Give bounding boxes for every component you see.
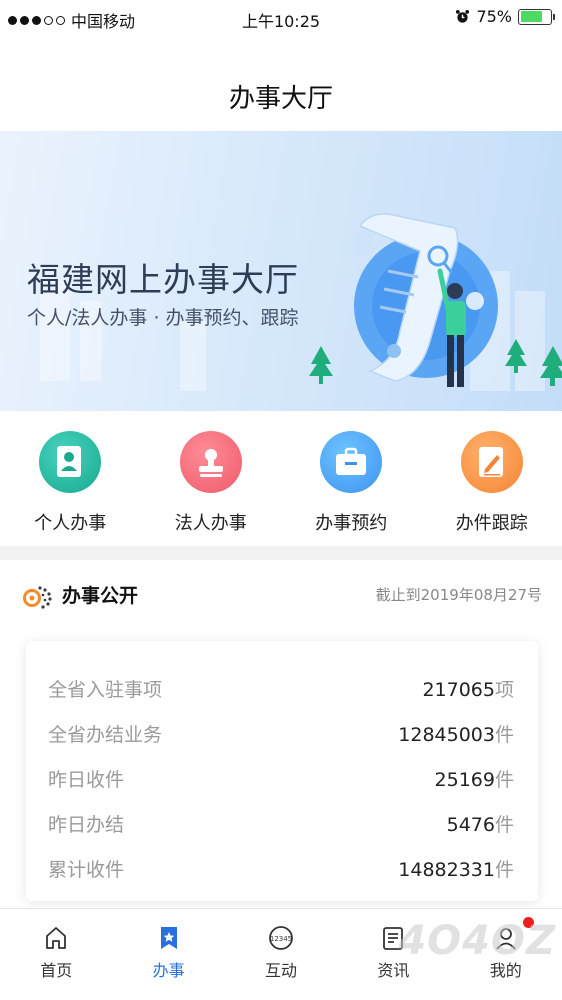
tab-label: 互动: [264, 961, 297, 980]
battery-icon: [518, 8, 555, 25]
star-bookmark-icon: [160, 927, 177, 949]
stamp-icon: [179, 431, 242, 493]
tab-label: 首页: [40, 961, 73, 980]
action-personal-affairs[interactable]: 个人办事: [0, 411, 141, 546]
stat-row: 昨日收件 25169件: [26, 758, 538, 798]
stat-value: 12845003件: [398, 723, 514, 746]
action-legal-affairs[interactable]: 法人办事: [141, 411, 282, 546]
public-info-icon: [23, 586, 52, 609]
stat-value: 25169件: [434, 768, 514, 791]
page-title: 办事大厅: [228, 84, 333, 114]
stat-row: 累计收件 14882331件: [26, 848, 538, 888]
status-bar: 中国移动 上午10:25 75%: [0, 0, 562, 36]
stat-label: 全省入驻事项: [48, 678, 163, 701]
tab-label: 办事: [152, 961, 185, 980]
stat-row: 全省入驻事项 217065项: [26, 668, 538, 708]
tab-home[interactable]: 首页: [0, 909, 112, 1000]
action-label: 办件跟踪: [455, 513, 528, 534]
svg-text:12345: 12345: [270, 935, 292, 943]
stat-row: 全省办结业务 12845003件: [26, 713, 538, 753]
section-date: 截止到2019年08月27号: [375, 586, 542, 604]
banner-subtitle: 个人/法人办事 · 办事预约、跟踪: [27, 307, 299, 329]
section-title: 办事公开: [62, 585, 139, 607]
action-tracking[interactable]: 办件跟踪: [422, 411, 562, 546]
action-label: 法人办事: [174, 513, 247, 534]
action-label: 个人办事: [34, 513, 107, 534]
home-icon: [46, 927, 67, 949]
status-right: 75%: [455, 7, 555, 26]
battery-percent: 75%: [476, 7, 512, 26]
banner[interactable]: 福建网上办事大厅 个人/法人办事 · 办事预约、跟踪: [0, 131, 562, 411]
stats-card: 全省入驻事项 217065项 全省办结业务 12845003件 昨日收件 251…: [26, 641, 538, 901]
quick-actions: 个人办事 法人办事 办事预约 办件跟踪: [0, 411, 562, 546]
action-label: 办事预约: [315, 513, 388, 534]
public-section-header: 办事公开 截止到2019年08月27号: [0, 560, 562, 628]
stat-label: 全省办结业务: [48, 723, 163, 746]
personal-doc-icon: [39, 431, 102, 493]
action-appointment[interactable]: 办事预约: [281, 411, 422, 546]
edit-doc-icon: [460, 431, 523, 493]
stat-value: 5476件: [446, 813, 514, 836]
banner-title: 福建网上办事大厅: [27, 260, 299, 299]
watermark-logo: 4O4OZ: [398, 918, 556, 964]
alarm-icon: [456, 9, 470, 23]
stat-row: 昨日办结 5476件: [26, 803, 538, 843]
tab-interaction[interactable]: 12345 互动: [225, 909, 337, 1000]
stat-label: 昨日收件: [48, 768, 125, 791]
hotline-icon: 12345: [269, 926, 293, 950]
briefcase-icon: [320, 431, 383, 493]
stat-value: 217065项: [422, 678, 514, 701]
section-divider: [0, 546, 562, 560]
stat-label: 累计收件: [48, 858, 125, 881]
tab-affairs[interactable]: 办事: [112, 909, 224, 1000]
stat-label: 昨日办结: [48, 813, 125, 836]
stat-value: 14882331件: [398, 858, 514, 881]
